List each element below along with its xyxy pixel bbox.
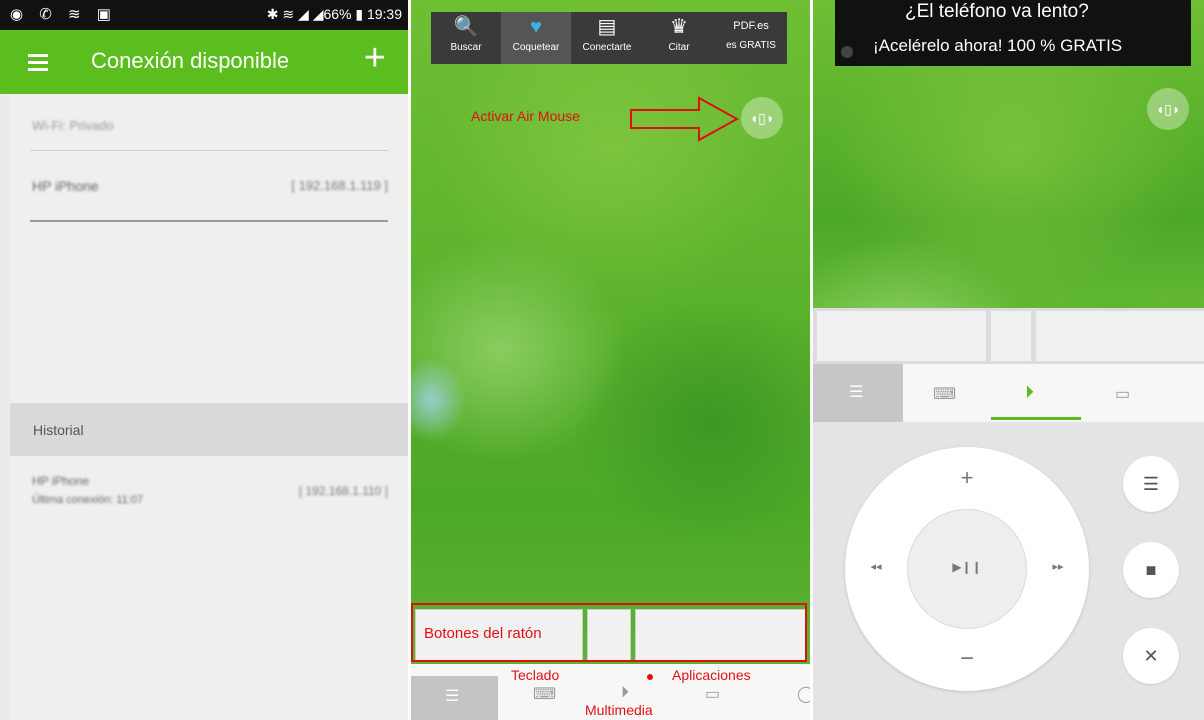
glasses-icon: ♛ <box>670 16 688 38</box>
divider <box>30 220 388 222</box>
left-mouse-button[interactable]: Botones del ratón <box>415 609 583 661</box>
ad-text: ¡Acelérelo ahora! 100 % GRATIS <box>873 36 1123 55</box>
list-item-device[interactable]: HP iPhone [ 192.168.1.119 ] <box>10 154 408 218</box>
status-icons-right: ✱ ≋ ◢ ◢66% ▮ 19:39 <box>266 6 402 22</box>
arrow-right-icon <box>630 96 740 142</box>
status-icons-left: ◉ ✆ ≋ ▣ <box>10 6 117 23</box>
connection-list: Wi-Fi: Privado HP iPhone [ 192.168.1.119… <box>10 94 408 720</box>
history-last-connection: Última conexión: 11:07 <box>32 494 144 506</box>
play-circle-icon[interactable]: ⏵ <box>621 684 629 702</box>
hamburger-icon: ☰ <box>849 384 864 401</box>
info-icon[interactable] <box>841 46 853 58</box>
play-pause-button[interactable]: ▶❙❙ <box>907 509 1027 629</box>
play-circle-icon[interactable]: ⏵ <box>1025 382 1034 403</box>
mouse-buttons <box>813 308 1204 364</box>
tool-label: es GRATIS <box>726 40 776 51</box>
left-mouse-button[interactable] <box>817 311 986 361</box>
ad-toolbar: 🔍 Buscar ♥ Coquetear ▤ Conectarte ♛ Cita… <box>431 12 787 64</box>
ad-banner[interactable]: ¿El teléfono va lento? ¡Acelérelo ahora!… <box>835 0 1191 66</box>
status-bar: ◉ ✆ ≋ ▣ ✱ ≋ ◢ ◢66% ▮ 19:39 <box>0 0 408 30</box>
middle-mouse-button[interactable] <box>991 311 1031 361</box>
multimedia-marker <box>647 674 653 680</box>
circle-icon[interactable]: ◯ <box>797 684 810 704</box>
page-title: Conexión disponible <box>91 48 290 73</box>
window-icon[interactable]: ▭ <box>1115 384 1130 404</box>
next-button[interactable]: ▸▸ <box>1043 560 1073 573</box>
close-button[interactable]: ✕ <box>1123 628 1179 684</box>
device-ip: [ 192.168.1.119 ] <box>291 178 388 193</box>
hamburger-icon: ☰ <box>445 688 460 705</box>
right-mouse-button[interactable] <box>1036 311 1204 361</box>
search-icon: 🔍 <box>453 16 479 38</box>
ad-title: ¿El teléfono va lento? <box>905 1 1089 22</box>
play-pause-icon: ▶❙❙ <box>952 560 982 574</box>
stop-button[interactable]: ■ <box>1123 542 1179 598</box>
pdf-tool[interactable]: PDF.es es GRATIS <box>715 12 787 64</box>
tab-menu[interactable]: ☰ <box>813 364 903 422</box>
divider <box>30 150 388 151</box>
history-label: Historial <box>33 422 84 438</box>
device-name: HP iPhone <box>32 178 99 194</box>
tool-label: Conectarte <box>582 42 632 53</box>
window-icon[interactable]: ▭ <box>705 684 720 704</box>
keyboard-icon[interactable]: ⌨ <box>933 384 956 404</box>
wifi-section-label: Wi-Fi: Privado <box>32 118 114 133</box>
tool-label: Coquetear <box>512 42 560 53</box>
pdf-logo: PDF.es <box>733 20 769 32</box>
previous-button[interactable]: ◂◂ <box>861 560 891 573</box>
connection-screen: ◉ ✆ ≋ ▣ ✱ ≋ ◢ ◢66% ▮ 19:39 Conexión disp… <box>0 0 408 720</box>
bottom-tab-bar: ☰ ⌨ ⏵ ▭ <box>813 364 1204 422</box>
air-mouse-button[interactable]: ◖▯◗ <box>1147 88 1189 130</box>
apps-annotation: Aplicaciones <box>672 667 751 683</box>
keyboard-annotation: Teclado <box>511 667 560 683</box>
air-mouse-button[interactable]: ◖▯◗ <box>741 97 783 139</box>
mouse-buttons: Botones del ratón <box>411 603 810 664</box>
hamburger-menu-icon[interactable] <box>28 54 48 71</box>
volume-down-button[interactable]: − <box>955 645 979 673</box>
tool-label: Citar <box>668 42 690 53</box>
multimedia-screen: ¿El teléfono va lento? ¡Acelérelo ahora!… <box>813 0 1204 720</box>
chat-icon: ▤ <box>597 16 617 38</box>
right-mouse-button[interactable] <box>635 609 807 661</box>
history-section-header: Historial <box>10 403 408 456</box>
multimedia-annotation: Multimedia <box>585 702 653 718</box>
add-connection-button[interactable]: + <box>364 38 386 78</box>
history-device-name: HP iPhone <box>32 474 90 488</box>
connect-tool[interactable]: ▤ Conectarte <box>571 12 643 64</box>
heart-icon: ♥ <box>530 16 542 38</box>
media-dial[interactable]: + − ◂◂ ▸▸ ▶❙❙ <box>845 447 1089 691</box>
keyboard-icon[interactable]: ⌨ <box>533 684 556 704</box>
search-tool[interactable]: 🔍 Buscar <box>431 12 501 64</box>
flirt-tool[interactable]: ♥ Coquetear <box>501 12 571 64</box>
app-bar: Conexión disponible + <box>0 30 408 94</box>
volume-up-button[interactable]: + <box>955 465 979 491</box>
tab-menu[interactable]: ☰ <box>411 676 498 720</box>
active-tab-indicator <box>991 417 1081 420</box>
playlist-button[interactable]: ☰ <box>1123 456 1179 512</box>
history-ip: [ 192.168.1.110 ] <box>298 484 388 498</box>
list-item-history[interactable]: HP iPhone Última conexión: 11:07 [ 192.1… <box>10 460 408 530</box>
middle-mouse-button[interactable] <box>587 609 631 661</box>
mouse-buttons-annotation: Botones del ratón <box>424 625 542 642</box>
tool-label: Buscar <box>450 42 482 53</box>
date-tool[interactable]: ♛ Citar <box>643 12 715 64</box>
touchpad-screen: 🔍 Buscar ♥ Coquetear ▤ Conectarte ♛ Cita… <box>411 0 810 720</box>
air-mouse-annotation: Activar Air Mouse <box>471 108 580 124</box>
